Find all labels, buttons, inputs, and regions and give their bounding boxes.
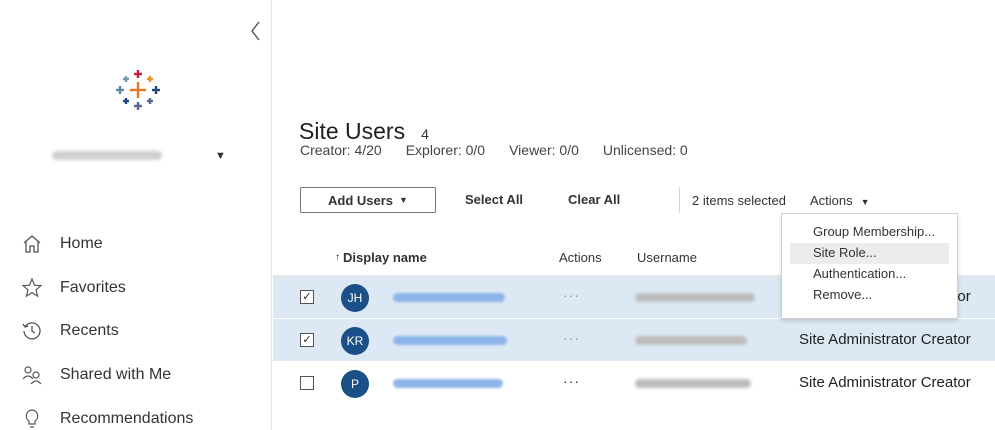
license-summary: Creator: 4/20 Explorer: 0/0 Viewer: 0/0 … [300, 142, 712, 158]
site-role: Site Administrator Creator [799, 374, 971, 391]
row-checkbox[interactable]: ✓ [300, 290, 314, 304]
sidebar-item-shared-with-me[interactable]: Shared with Me [0, 353, 271, 397]
collapse-sidebar-button[interactable] [246, 18, 266, 44]
avatar: JH [341, 284, 369, 312]
toolbar-divider [679, 187, 680, 213]
header-display-name[interactable]: Display name [343, 250, 427, 265]
sidebar-item-recents[interactable]: Recents [0, 309, 271, 353]
star-icon [20, 276, 44, 300]
sidebar-item-recommendations[interactable]: Recommendations [0, 397, 271, 430]
display-name-link[interactable] [393, 379, 503, 388]
row-actions-button[interactable]: ··· [563, 287, 580, 303]
table-row[interactable]: ✓ KR ··· Site Administrator Creator [273, 319, 995, 362]
sidebar-item-label: Shared with Me [60, 366, 172, 383]
row-checkbox[interactable] [300, 376, 314, 390]
display-name-link[interactable] [393, 336, 507, 345]
avatar: P [341, 370, 369, 398]
username-value [635, 336, 747, 345]
selected-count-text: 2 items selected [692, 193, 786, 208]
license-explorer: Explorer: 0/0 [405, 142, 486, 158]
license-creator: Creator: 4/20 [300, 142, 382, 158]
menu-item-authentication[interactable]: Authentication... [782, 264, 957, 285]
site-name [52, 151, 162, 160]
home-icon [20, 232, 44, 256]
shared-users-icon [20, 363, 44, 387]
header-actions: Actions [559, 250, 602, 265]
sidebar-nav: Home Favorites Recents Shared with Me Re… [0, 222, 271, 430]
actions-menu-button[interactable]: Actions ▼ [810, 193, 870, 208]
display-name-link[interactable] [393, 293, 505, 302]
page-header: Site Users 4 [299, 118, 429, 145]
page-title: Site Users [299, 118, 406, 144]
sort-ascending-icon[interactable]: ↑ [335, 252, 340, 263]
tableau-logo-icon [112, 68, 164, 112]
sidebar: ▼ Home Favorites Recents Shared with Me [0, 0, 272, 430]
sidebar-item-label: Recents [60, 322, 119, 339]
username-value [635, 293, 755, 302]
sidebar-item-label: Home [60, 235, 103, 252]
actions-label: Actions [810, 193, 853, 208]
menu-item-site-role[interactable]: Site Role... [790, 243, 949, 264]
row-actions-button[interactable]: ··· [563, 373, 580, 389]
user-count: 4 [421, 126, 429, 142]
caret-down-icon: ▼ [215, 150, 226, 162]
select-all-button[interactable]: Select All [465, 192, 523, 207]
add-users-button[interactable]: Add Users ▼ [300, 187, 436, 213]
row-actions-button[interactable]: ··· [563, 330, 580, 346]
site-role: Site Administrator Creator [799, 331, 971, 348]
sidebar-item-favorites[interactable]: Favorites [0, 266, 271, 309]
avatar: KR [341, 327, 369, 355]
clock-icon [20, 319, 44, 343]
caret-down-icon: ▼ [399, 195, 408, 205]
chevron-left-icon [251, 21, 260, 41]
row-checkbox[interactable]: ✓ [300, 333, 314, 347]
sidebar-item-label: Favorites [60, 278, 126, 296]
menu-item-group-membership[interactable]: Group Membership... [782, 222, 957, 243]
caret-down-icon: ▼ [860, 197, 870, 207]
menu-item-remove[interactable]: Remove... [782, 285, 957, 306]
actions-dropdown-menu: Group Membership... Site Role... Authent… [781, 213, 958, 319]
site-switcher[interactable]: ▼ [40, 140, 250, 174]
sidebar-item-label: Recommendations [60, 410, 194, 427]
username-value [635, 379, 751, 388]
header-username[interactable]: Username [637, 250, 697, 265]
license-viewer: Viewer: 0/0 [509, 142, 579, 158]
lightbulb-icon [20, 407, 44, 430]
sidebar-item-home[interactable]: Home [0, 222, 271, 266]
clear-all-button[interactable]: Clear All [568, 192, 620, 207]
toolbar: Add Users ▼ Select All Clear All 2 items… [300, 187, 990, 215]
license-unlicensed: Unlicensed: 0 [602, 142, 688, 158]
add-users-label: Add Users [328, 192, 394, 208]
table-row[interactable]: P ··· Site Administrator Creator [273, 362, 995, 405]
